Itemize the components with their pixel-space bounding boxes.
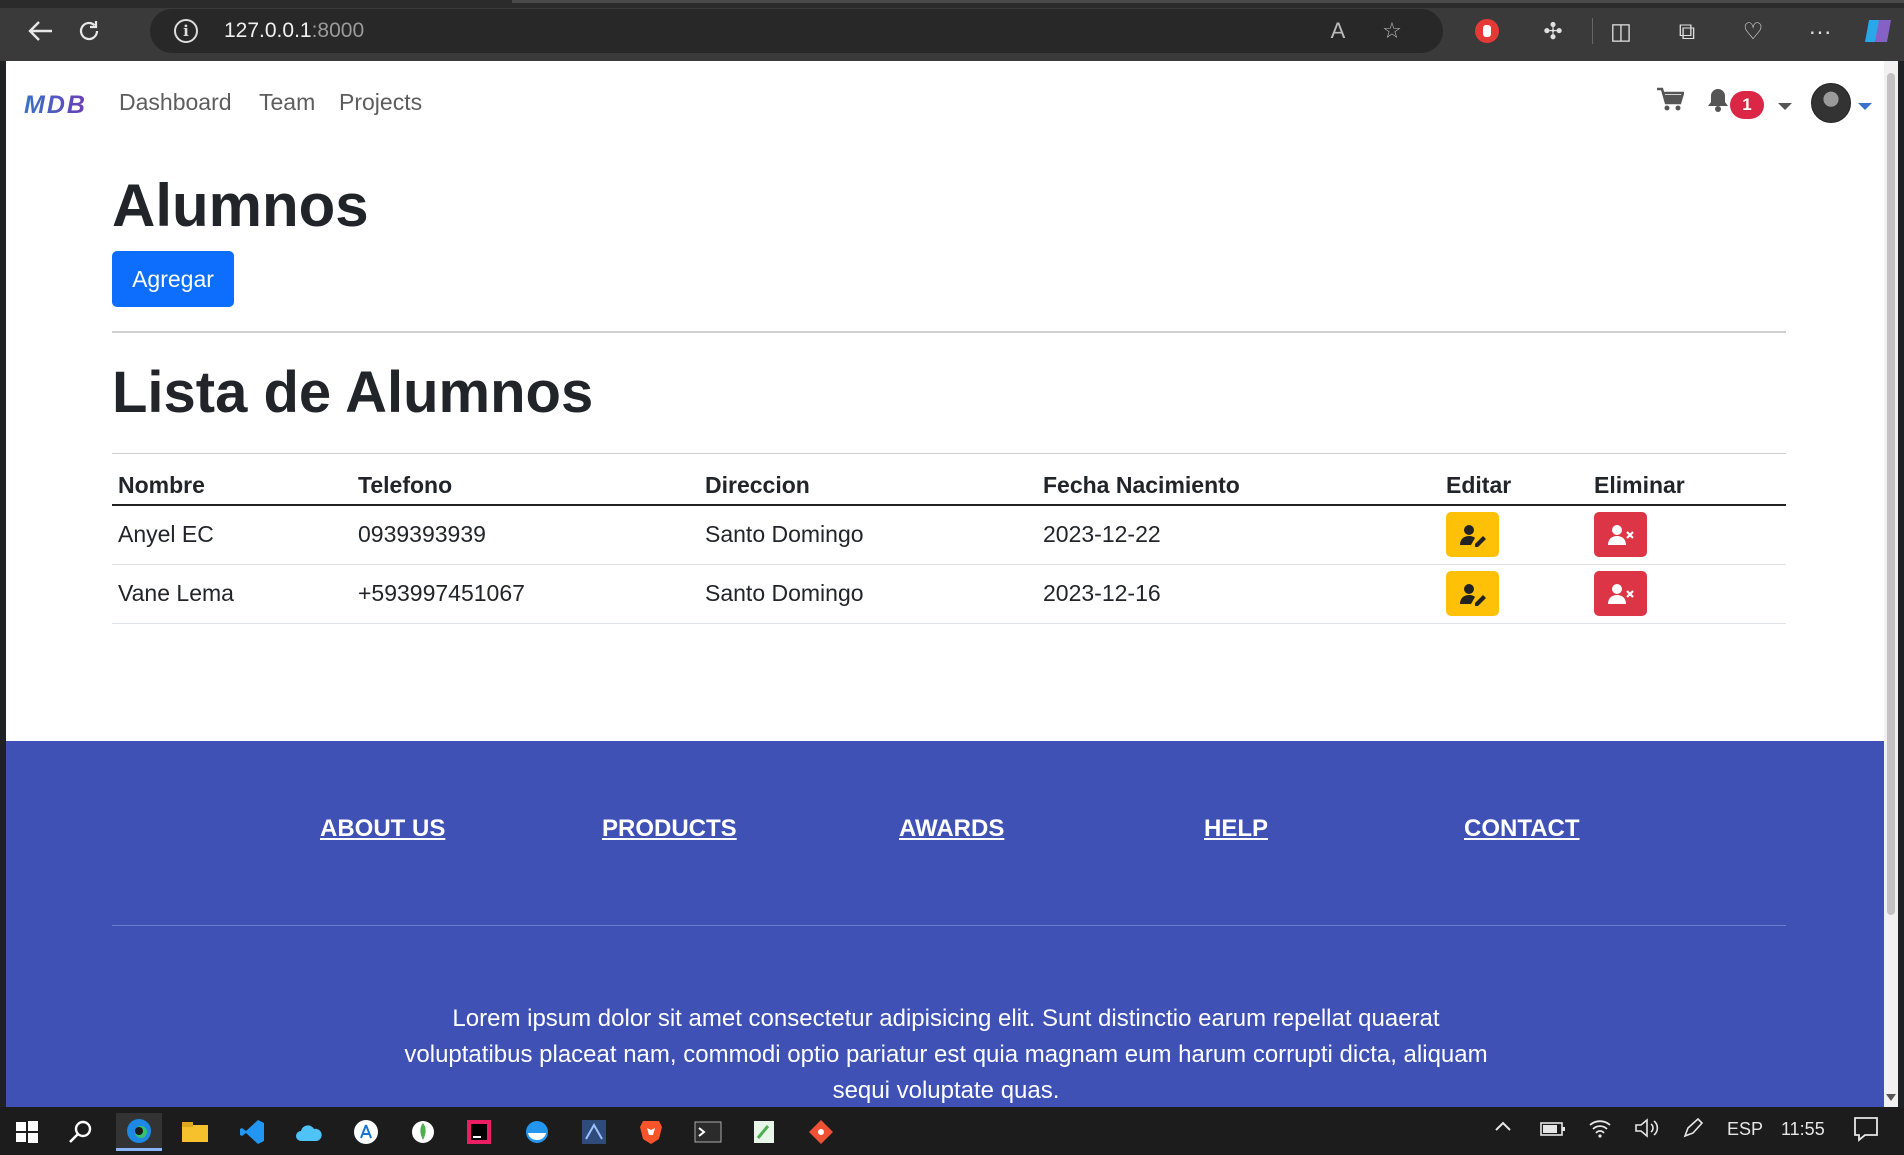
taskbar: ESP 11:55 [0,1107,1904,1155]
more-menu-icon[interactable]: ··· [1803,14,1837,48]
wifi-icon[interactable] [1588,1117,1612,1144]
footer-link-help[interactable]: HELP [1204,815,1268,843]
cell-eliminar [1588,505,1786,565]
notification-center-icon[interactable] [1853,1116,1879,1147]
footer-link-awards[interactable]: AWARDS [899,815,1004,843]
page-title: Alumnos [112,172,369,239]
back-button[interactable] [22,12,60,50]
user-remove-icon [1607,583,1634,604]
list-title: Lista de Alumnos [112,360,594,425]
docker-icon[interactable] [514,1113,560,1151]
git-icon[interactable] [798,1113,844,1151]
divider [112,331,1786,333]
reload-button[interactable] [70,12,108,50]
vscode-icon[interactable] [229,1113,275,1151]
browser-toolbar: i 127.0.0.1:8000 A ☆ ✣ ◫ ⧉ ♡ ··· [0,0,1904,61]
scroll-down-icon[interactable] [1886,1094,1896,1101]
students-table: Nombre Telefono Direccion Fecha Nacimien… [112,463,1786,624]
brand-logo[interactable]: MDB [24,91,87,120]
volume-icon[interactable] [1634,1117,1660,1144]
url-text[interactable]: 127.0.0.1:8000 [224,19,364,43]
collections-icon[interactable]: ⧉ [1670,14,1704,48]
clock[interactable]: 11:55 [1781,1119,1825,1140]
footer-link-about-us[interactable]: ABOUT US [320,815,445,843]
bell-icon[interactable] [1706,87,1730,120]
cell-direccion: Santo Domingo [699,564,1037,624]
brave-icon[interactable] [628,1113,674,1151]
footer: ABOUT US PRODUCTS AWARDS HELP CONTACT Lo… [6,741,1884,1107]
user-remove-icon [1607,524,1634,545]
read-aloud-icon[interactable]: A [1324,17,1352,45]
cell-editar [1440,505,1588,565]
page-viewport: MDB Dashboard Team Projects 1 Alumnos Ag… [6,61,1898,1107]
cloud-app-icon[interactable] [286,1113,332,1151]
scrollbar-thumb[interactable] [1887,73,1895,915]
mongodb-icon[interactable] [400,1113,446,1151]
cell-telefono: 0939393939 [352,505,699,565]
language-indicator[interactable]: ESP [1727,1119,1763,1140]
notification-badge: 1 [1730,91,1764,119]
jetbrains-icon[interactable] [456,1113,502,1151]
chevron-up-icon[interactable] [1493,1117,1513,1142]
edge-icon[interactable] [116,1113,162,1151]
nav-link-team[interactable]: Team [259,89,315,116]
windows-start-icon[interactable] [4,1113,50,1151]
column-header-eliminar: Eliminar [1588,463,1786,506]
site-info-icon[interactable]: i [174,19,198,43]
add-button[interactable]: Agregar [112,251,234,307]
favorite-star-icon[interactable]: ☆ [1378,17,1406,45]
scrollbar[interactable] [1884,61,1898,1107]
cell-nombre: Vane Lema [112,564,352,624]
edit-button[interactable] [1446,512,1499,558]
cart-icon[interactable] [1656,87,1685,120]
notepad-icon[interactable] [741,1113,787,1151]
footer-text: Lorem ipsum dolor sit amet consectetur a… [404,1005,1488,1104]
user-edit-icon [1459,583,1486,606]
browser-essentials-icon[interactable]: ♡ [1736,14,1770,48]
chevron-down-icon[interactable] [1778,103,1792,110]
column-header-telefono: Telefono [352,463,699,506]
cell-telefono: +593997451067 [352,564,699,624]
column-header-nombre: Nombre [112,463,352,506]
table-row: Anyel EC 0939393939 Santo Domingo 2023-1… [112,505,1786,565]
cell-fecha: 2023-12-16 [1037,564,1440,624]
user-edit-icon [1459,524,1486,547]
cell-direccion: Santo Domingo [699,505,1037,565]
copilot-icon[interactable] [1862,14,1896,48]
pen-icon[interactable] [1682,1117,1704,1144]
navbar: MDB Dashboard Team Projects 1 [6,61,1884,146]
table-header-row: Nombre Telefono Direccion Fecha Nacimien… [112,463,1786,506]
table-row: Vane Lema +593997451067 Santo Domingo 20… [112,564,1786,624]
address-bar[interactable]: i 127.0.0.1:8000 A ☆ [150,9,1443,53]
footer-divider [112,925,1786,926]
cell-eliminar [1588,564,1786,624]
file-explorer-icon[interactable] [172,1113,218,1151]
divider [112,453,1786,454]
app-store-icon[interactable] [343,1113,389,1151]
nav-link-projects[interactable]: Projects [339,89,422,116]
column-header-direccion: Direccion [699,463,1037,506]
split-screen-icon[interactable]: ◫ [1604,14,1638,48]
extensions-icon[interactable]: ✣ [1536,14,1570,48]
tab-strip [0,0,1904,8]
column-header-editar: Editar [1440,463,1588,506]
adblock-icon[interactable] [1470,14,1504,48]
terminal-icon[interactable] [685,1113,731,1151]
avatar[interactable] [1811,83,1851,123]
column-header-fecha: Fecha Nacimiento [1037,463,1440,506]
footer-link-products[interactable]: PRODUCTS [602,815,737,843]
search-icon[interactable] [58,1113,104,1151]
battery-icon[interactable] [1540,1121,1566,1142]
cell-nombre: Anyel EC [112,505,352,565]
database-tool-icon[interactable] [571,1113,617,1151]
cell-fecha: 2023-12-22 [1037,505,1440,565]
nav-link-dashboard[interactable]: Dashboard [119,89,232,116]
footer-link-contact[interactable]: CONTACT [1464,815,1580,843]
delete-button[interactable] [1594,512,1647,558]
delete-button[interactable] [1594,571,1647,616]
edit-button[interactable] [1446,571,1499,616]
chevron-down-icon[interactable] [1858,103,1872,110]
toolbar-divider [1592,18,1593,44]
cell-editar [1440,564,1588,624]
